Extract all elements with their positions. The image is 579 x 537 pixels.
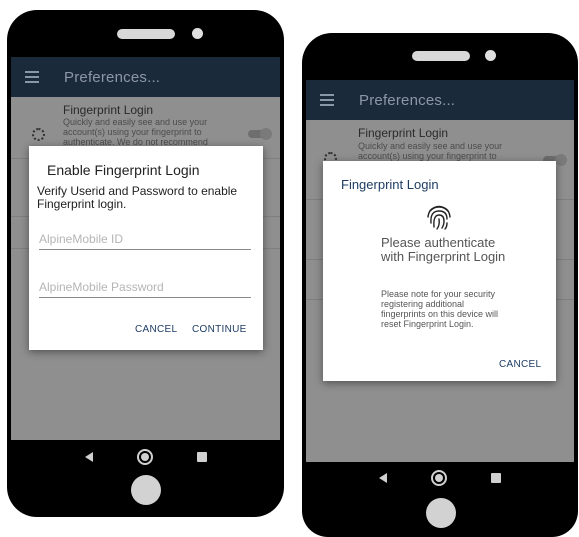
fingerprint-toggle[interactable] (248, 128, 272, 140)
continue-button[interactable]: CONTINUE (192, 324, 247, 335)
dialog-title: Fingerprint Login (341, 177, 439, 192)
userid-placeholder: AlpineMobile ID (39, 232, 124, 246)
cancel-button[interactable]: CANCEL (135, 324, 177, 335)
home-icon[interactable] (136, 449, 153, 465)
app-bar: Preferences... (11, 57, 280, 97)
speaker (412, 51, 470, 61)
home-button[interactable] (426, 498, 456, 528)
auth-message: Please authenticate with Fingerprint Log… (381, 235, 506, 264)
password-input[interactable]: AlpineMobile Password (39, 278, 251, 298)
camera (485, 50, 496, 61)
fingerprint-auth-dialog: Fingerprint Login Please authenticate wi… (323, 161, 556, 381)
cancel-button[interactable]: CANCEL (499, 359, 541, 370)
menu-icon[interactable] (320, 94, 334, 106)
dialog-message: Verify Userid and Password to enable Fin… (37, 184, 238, 211)
home-icon[interactable] (431, 470, 447, 486)
pref-subtitle: Quickly and easily see and use your acco… (63, 117, 208, 147)
pref-subtitle: Quickly and easily see and use your acco… (358, 141, 503, 161)
dialog-title: Enable Fingerprint Login (47, 162, 200, 178)
pref-title: Fingerprint Login (358, 126, 449, 140)
menu-icon[interactable] (25, 71, 39, 83)
back-icon[interactable] (84, 452, 93, 462)
nav-bar (302, 463, 578, 493)
nav-bar (7, 442, 284, 472)
recent-apps-icon[interactable] (491, 473, 501, 483)
app-bar-title: Preferences... (359, 91, 456, 109)
pref-title: Fingerprint Login (63, 103, 154, 117)
password-placeholder: AlpineMobile Password (39, 280, 164, 294)
userid-input[interactable]: AlpineMobile ID (39, 230, 251, 250)
screen: Preferences... Fingerprint Login Quickly… (306, 80, 574, 462)
screen: Preferences... Fingerprint Login Quickly… (11, 57, 280, 440)
app-bar: Preferences... (306, 80, 574, 120)
speaker (117, 29, 175, 39)
auth-note: Please note for your security registerin… (381, 289, 499, 329)
enable-fingerprint-dialog: Enable Fingerprint Login Verify Userid a… (29, 146, 263, 350)
back-icon[interactable] (379, 473, 387, 483)
recent-apps-icon[interactable] (196, 452, 207, 462)
phone-left: Preferences... Fingerprint Login Quickly… (7, 10, 284, 517)
fingerprint-icon (32, 128, 45, 141)
fingerprint-icon (427, 205, 451, 230)
home-button[interactable] (131, 475, 161, 505)
phone-right: Preferences... Fingerprint Login Quickly… (302, 33, 578, 537)
app-bar-title: Preferences... (64, 68, 161, 86)
camera (192, 28, 203, 39)
